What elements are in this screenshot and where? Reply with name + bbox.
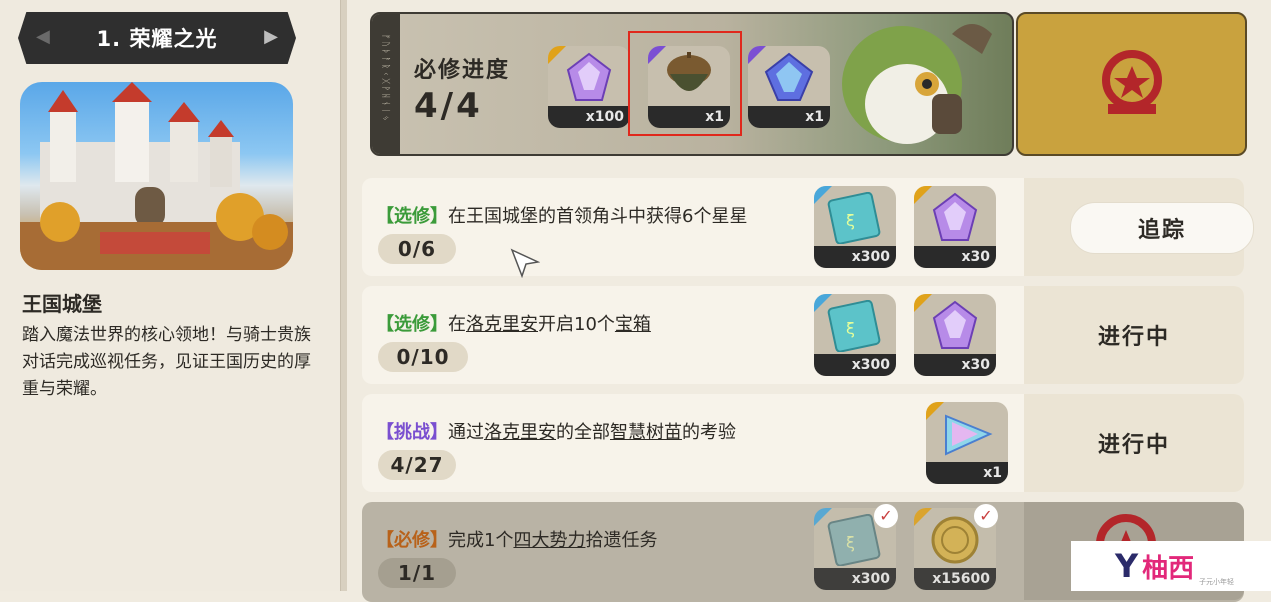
location-name: 王国城堡: [22, 292, 102, 316]
task-row: 【选修】 在洛克里安开启10个宝箱 0/10 ξ x300 x30 进行中: [362, 286, 1244, 384]
reward-qty: x15600: [914, 568, 996, 590]
reward-qty: x300: [814, 246, 896, 268]
required-reward-1[interactable]: x100: [548, 46, 630, 128]
chest-link[interactable]: 宝箱: [615, 314, 651, 335]
location-description: 踏入魔法世界的核心领地！与骑士贵族对话完成巡视任务，见证王国历史的厚重与荣耀。: [22, 325, 311, 399]
mouse-cursor-icon: [510, 248, 540, 278]
chapter-banner: ◀ 1. 荣耀之光 ▶: [18, 12, 296, 64]
task-action-area: 追踪: [1024, 178, 1254, 276]
claimed-check-icon: ✓: [974, 504, 998, 528]
task-progress: 0/6: [378, 234, 456, 264]
watermark: Y 柚西 子元小年轻: [1071, 541, 1271, 591]
claimed-check-icon: ✓: [874, 504, 898, 528]
task-reward[interactable]: x30: [914, 186, 996, 268]
task-action-area: 进行中: [1024, 394, 1244, 492]
task-row: 【选修】 在王国城堡的首领角斗中获得6个星星 0/6 ξ x300 x30 追踪: [362, 178, 1254, 276]
svg-text:ξ: ξ: [846, 211, 855, 230]
task-tag: 【选修】: [376, 206, 448, 227]
task-reward[interactable]: x1: [926, 402, 1008, 484]
track-button[interactable]: 追踪: [1070, 202, 1254, 254]
required-reward-3[interactable]: x1: [748, 46, 830, 128]
watermark-sub: 子元小年轻: [1199, 578, 1234, 586]
reward-qty: x30: [914, 354, 996, 376]
required-progress-count: 4/4: [414, 86, 483, 126]
svg-text:ξ: ξ: [846, 319, 855, 338]
task-description: 完成1个四大势力拾遗任务: [448, 530, 658, 551]
reward-qty: x300: [814, 568, 896, 590]
task-status: 进行中: [1097, 325, 1170, 350]
highlight-box: [628, 31, 742, 136]
watermark-text: 柚西: [1142, 553, 1195, 584]
rune-strip: ᚠᚢᚦᚨᚱᚲᚷᚹᚺᚾᛁᛃ: [372, 14, 400, 154]
task-description: 在洛克里安开启10个宝箱: [448, 314, 651, 335]
reward-qty: x1: [748, 106, 830, 128]
required-progress-label: 必修进度: [414, 58, 511, 83]
task-progress: 1/1: [378, 558, 456, 588]
task-status: 进行中: [1097, 433, 1170, 458]
task-tag: 【选修】: [376, 314, 448, 335]
purple-crystal-icon: [566, 52, 612, 101]
factions-link[interactable]: 四大势力: [513, 530, 585, 551]
task-action-area: 进行中: [1024, 286, 1244, 384]
ticket-icon: ξ: [827, 192, 881, 244]
chapter-title: 1. 荣耀之光: [96, 27, 218, 51]
chevron-left-icon[interactable]: ◀: [36, 26, 50, 47]
task-reward[interactable]: ξ x300: [814, 186, 896, 268]
reward-qty: x30: [914, 246, 996, 268]
creature-illustration: [842, 24, 992, 144]
sapling-link[interactable]: 智慧树苗: [610, 422, 682, 443]
task-progress: 0/10: [378, 342, 468, 372]
watermark-mark: Y: [1115, 547, 1139, 585]
task-progress: 4/27: [378, 450, 456, 480]
badge-logo-icon: [1102, 50, 1162, 114]
reward-qty: x300: [814, 354, 896, 376]
task-tag: 【挑战】: [376, 422, 448, 443]
location-image: [20, 82, 293, 270]
task-tag: 【必修】: [376, 530, 448, 551]
purple-crystal-icon: [932, 192, 978, 241]
claim-panel[interactable]: [1016, 12, 1247, 156]
blue-crystal-icon: [764, 52, 814, 101]
location-link[interactable]: 洛克里安: [484, 422, 556, 443]
task-description: 通过洛克里安的全部智慧树苗的考验: [448, 422, 736, 443]
left-panel: ◀ 1. 荣耀之光 ▶ 王国城堡 踏入魔法世界的核心领地！与骑士贵族对话完成巡视…: [0, 0, 340, 591]
task-reward[interactable]: ξ x300: [814, 294, 896, 376]
purple-crystal-icon: [932, 300, 978, 349]
task-row: 【挑战】 通过洛克里安的全部智慧树苗的考验 4/27 x1 进行中: [362, 394, 1244, 492]
ticket-icon: ξ: [827, 300, 881, 352]
panel-divider: [340, 0, 347, 591]
chevron-right-icon[interactable]: ▶: [264, 26, 278, 47]
svg-text:ξ: ξ: [846, 533, 855, 552]
prism-icon: [945, 414, 993, 456]
task-description: 在王国城堡的首领角斗中获得6个星星: [448, 206, 748, 227]
location-link[interactable]: 洛克里安: [466, 314, 538, 335]
reward-qty: x1: [926, 462, 1008, 484]
reward-qty: x100: [548, 106, 630, 128]
task-reward[interactable]: x30: [914, 294, 996, 376]
